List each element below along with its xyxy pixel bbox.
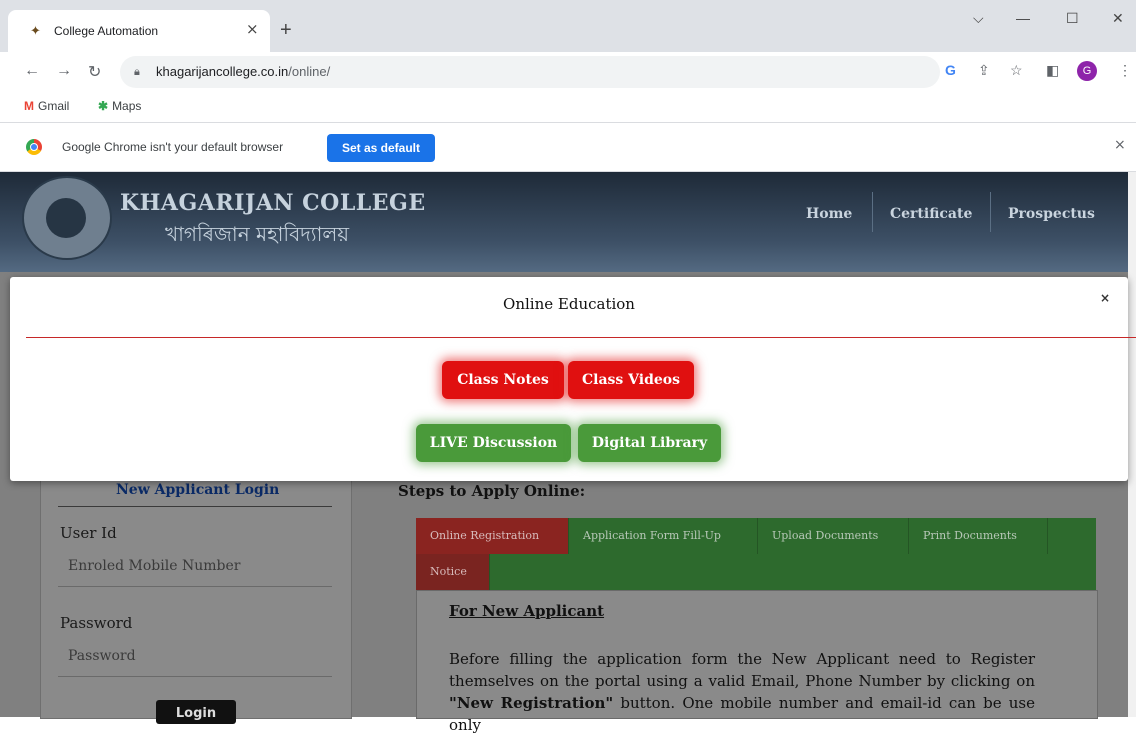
bookmark-maps[interactable]: ✱ Maps — [98, 99, 141, 113]
modal-close-icon[interactable]: × — [1100, 291, 1110, 305]
tab-search-icon[interactable]: ⌵ — [973, 10, 984, 27]
tab-notice[interactable]: Notice — [416, 554, 490, 590]
steps-tabs: Online Registration Application Form Fil… — [416, 518, 1096, 590]
modal-divider — [26, 337, 1136, 338]
browser-toolbar: ← → ↻ 🔒︎ khagarijancollege.co.in/online/ — [0, 52, 1136, 92]
forward-arrow-icon[interactable]: → — [56, 62, 72, 80]
class-notes-button[interactable]: Class Notes — [442, 361, 564, 399]
tab-upload-documents[interactable]: Upload Documents — [758, 518, 909, 554]
reload-icon[interactable]: ↻ — [88, 62, 101, 82]
page-scrollbar[interactable] — [1128, 172, 1136, 717]
modal-title: Online Education — [503, 295, 635, 313]
browser-tab[interactable]: ✦ College Automation × — [8, 10, 270, 52]
class-videos-button[interactable]: Class Videos — [568, 361, 694, 399]
tab-close-icon[interactable]: × — [246, 20, 259, 38]
infobar-message: Google Chrome isn't your default browser — [62, 140, 284, 154]
browser-tabstrip: ✦ College Automation × + ⌵ — ☐ ✕ — [0, 0, 1136, 52]
live-discussion-button[interactable]: LIVE Discussion — [416, 424, 571, 462]
close-window-button[interactable]: ✕ — [1112, 10, 1124, 27]
address-bar[interactable]: 🔒︎ khagarijancollege.co.in/online/ — [120, 56, 940, 88]
set-as-default-button[interactable]: Set as default — [327, 134, 435, 162]
tab-title: College Automation — [54, 24, 159, 38]
chrome-icon — [26, 139, 42, 155]
bookmarks-bar: M Gmail ✱ Maps — [0, 92, 1136, 123]
site-title: KHAGARIJAN COLLEGE — [120, 190, 426, 216]
password-field[interactable]: Password — [58, 640, 332, 677]
digital-library-button[interactable]: Digital Library — [578, 424, 721, 462]
minimize-button[interactable]: — — [1016, 10, 1030, 26]
google-lens-icon[interactable]: G — [945, 62, 956, 78]
login-panel — [40, 472, 352, 719]
login-panel-title: New Applicant Login — [116, 482, 280, 498]
site-header: KHAGARIJAN COLLEGE খাগৰিজান মহাবিদ্যালয়… — [0, 172, 1128, 272]
default-browser-infobar: Google Chrome isn't your default browser… — [0, 123, 1136, 172]
url-text: khagarijancollege.co.in/online/ — [156, 64, 331, 79]
userid-label: User Id — [60, 524, 117, 542]
back-arrow-icon[interactable]: ← — [24, 62, 40, 80]
maps-icon: ✱ — [98, 99, 109, 113]
login-panel-divider — [58, 506, 332, 507]
nav-prospectus[interactable]: Prospectus — [1008, 206, 1095, 222]
password-label: Password — [60, 614, 133, 632]
maximize-button[interactable]: ☐ — [1066, 10, 1079, 27]
new-applicant-heading: For New Applicant — [449, 602, 605, 620]
bookmark-gmail[interactable]: M Gmail — [24, 99, 69, 113]
nav-certificate[interactable]: Certificate — [890, 206, 972, 222]
new-applicant-text: Before filling the application form the … — [449, 650, 1036, 734]
college-favicon-icon: ✦ — [30, 24, 41, 39]
bookmark-star-icon[interactable]: ☆ — [1010, 62, 1023, 79]
share-icon[interactable]: ⇪ — [978, 62, 990, 79]
gmail-icon: M — [24, 99, 34, 113]
site-subtitle: খাগৰিজান মহাবিদ্যালয় — [165, 222, 350, 246]
new-tab-button[interactable]: + — [280, 20, 292, 40]
tab-application-form[interactable]: Application Form Fill-Up — [569, 518, 758, 554]
steps-title: Steps to Apply Online: — [398, 482, 586, 500]
online-education-modal: Online Education × Class Notes Class Vid… — [10, 277, 1136, 481]
tab-online-registration[interactable]: Online Registration — [416, 518, 569, 554]
profile-avatar[interactable]: G — [1077, 61, 1097, 81]
tab-print-documents[interactable]: Print Documents — [909, 518, 1048, 554]
userid-field[interactable]: Enroled Mobile Number — [58, 550, 332, 587]
side-panel-icon[interactable]: ◧ — [1046, 62, 1059, 79]
nav-home[interactable]: Home — [806, 206, 852, 222]
lock-icon[interactable]: 🔒︎ — [134, 65, 140, 79]
college-logo[interactable] — [22, 176, 112, 260]
kebab-menu-icon[interactable]: ⋮ — [1118, 62, 1132, 79]
infobar-close-icon[interactable]: × — [1114, 137, 1126, 153]
login-button[interactable]: Login — [156, 700, 236, 724]
